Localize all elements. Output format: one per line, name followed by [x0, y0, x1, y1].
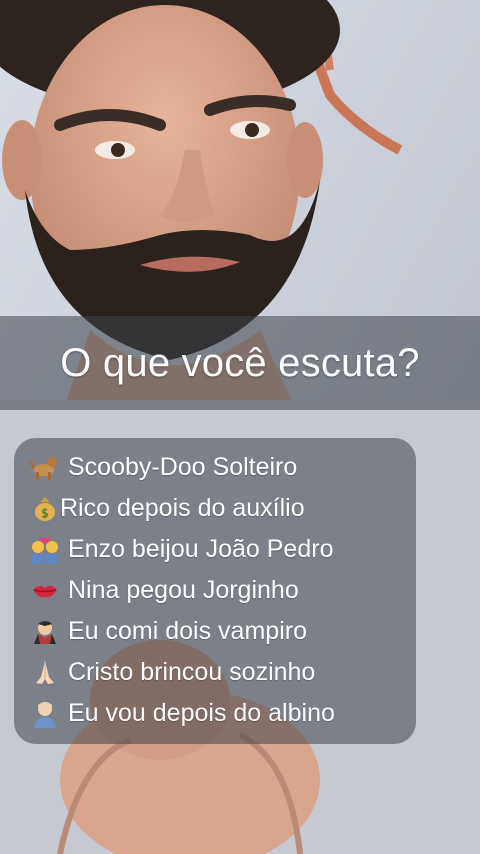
couple-with-heart-icon	[30, 534, 60, 564]
list-item: Scooby-Doo Solteiro	[30, 448, 297, 486]
vampire-icon	[30, 616, 60, 646]
list-item-label: Rico depois do auxílio	[60, 493, 305, 522]
list-item: Cristo brincou sozinho	[30, 653, 315, 691]
person-icon	[30, 698, 60, 728]
list-item: Enzo beijou João Pedro	[30, 530, 333, 568]
svg-text:$: $	[41, 506, 49, 520]
list-item-label: Eu comi dois vampiro	[68, 616, 307, 645]
title-banner: O que você escuta?	[0, 316, 480, 410]
list-item-label: Eu vou depois do albino	[68, 698, 335, 727]
dog-icon	[30, 452, 60, 482]
praying-hands-icon	[30, 657, 60, 687]
list-item: Eu comi dois vampiro	[30, 612, 307, 650]
options-list: Scooby-Doo Solteiro $ Rico depois do aux…	[14, 438, 416, 744]
question-title: O que você escuta?	[60, 340, 420, 385]
list-item-label: Nina pegou Jorginho	[68, 575, 299, 604]
list-item-label: Cristo brincou sozinho	[68, 657, 316, 686]
kiss-lips-icon	[30, 575, 60, 605]
list-item-label: Enzo beijou João Pedro	[68, 534, 334, 563]
list-item: Eu vou depois do albino	[30, 694, 335, 732]
list-item: Nina pegou Jorginho	[30, 571, 299, 609]
list-item: $ Rico depois do auxílio	[30, 489, 305, 527]
list-item-label: Scooby-Doo Solteiro	[68, 452, 298, 481]
money-bag-icon: $	[30, 493, 60, 523]
